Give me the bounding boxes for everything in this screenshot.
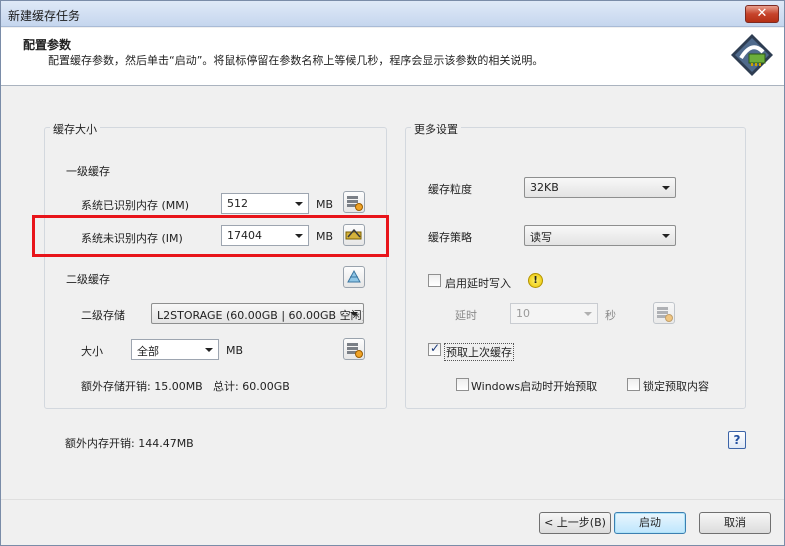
chevron-down-icon xyxy=(295,234,303,238)
granularity-label: 缓存粒度 xyxy=(428,183,472,196)
size-unit: MB xyxy=(226,344,244,357)
prefetch-last-checkbox[interactable] xyxy=(428,341,441,356)
storage-config-icon xyxy=(347,269,361,283)
strategy-label: 缓存策略 xyxy=(428,231,472,244)
extra-memory-overhead: 额外内存开销: 144.47MB xyxy=(65,437,194,450)
unrecognized-memory-config-button[interactable] xyxy=(343,224,365,246)
lock-prefetch-checkbox[interactable] xyxy=(627,378,640,391)
size-select[interactable]: 全部 xyxy=(131,339,219,360)
granularity-select[interactable]: 32KB xyxy=(524,177,676,198)
level1-cache-title: 一级缓存 xyxy=(66,165,110,178)
unrecognized-memory-value: 17404 xyxy=(227,229,262,242)
delay-unit: 秒 xyxy=(605,309,616,322)
chevron-down-icon xyxy=(350,312,358,316)
start-button[interactable]: 启动 xyxy=(614,512,686,534)
unrecognized-memory-label: 系统未识别内存 (IM) xyxy=(81,232,183,245)
help-icon[interactable]: ? xyxy=(728,431,746,449)
start-on-windows-checkbox[interactable] xyxy=(456,378,469,391)
dialog-window: 新建缓存任务 ✕ 配置参数 配置缓存参数，然后单击“启动”。将鼠标停留在参数名称… xyxy=(0,0,785,546)
app-logo-icon xyxy=(731,34,773,76)
recognized-memory-select[interactable]: 512 xyxy=(221,193,309,214)
prefetch-last-label[interactable]: 预取上次缓存 xyxy=(444,343,514,361)
window-title: 新建缓存任务 xyxy=(8,9,81,23)
unrecognized-memory-select[interactable]: 17404 xyxy=(221,225,309,246)
more-settings-group xyxy=(405,127,746,409)
recognized-memory-value: 512 xyxy=(227,197,248,210)
chevron-down-icon xyxy=(584,312,592,316)
lock-prefetch-label[interactable]: 锁定预取内容 xyxy=(643,378,709,394)
defer-write-label[interactable]: 启用延时写入 xyxy=(445,275,511,291)
unrecognized-memory-unit: MB xyxy=(316,230,334,243)
extra-storage-overhead: 额外存储开销: 15.00MB xyxy=(81,380,203,393)
delay-select[interactable]: 10 xyxy=(510,303,598,324)
chevron-down-icon xyxy=(205,348,213,352)
size-config-icon xyxy=(347,343,363,358)
page-title: 配置参数 xyxy=(23,38,72,52)
warning-icon: ! xyxy=(528,273,543,288)
size-value: 全部 xyxy=(137,345,159,358)
level2-storage-value: L2STORAGE (60.00GB | 60.00GB 空闲) xyxy=(157,309,364,322)
start-on-windows-label[interactable]: Windows启动时开始预取 xyxy=(471,378,597,394)
close-button[interactable]: ✕ xyxy=(745,5,779,23)
granularity-value: 32KB xyxy=(530,181,559,194)
header-panel: 配置参数 配置缓存参数，然后单击“启动”。将鼠标停留在参数名称上等候几秒，程序会… xyxy=(1,28,784,86)
delay-label: 延时 xyxy=(455,309,477,322)
total-size: 总计: 60.00GB xyxy=(213,380,290,393)
chevron-down-icon xyxy=(662,186,670,190)
cache-size-group-title: 缓存大小 xyxy=(50,121,100,137)
defer-write-checkbox[interactable] xyxy=(428,274,441,287)
memory-config-icon-active xyxy=(345,228,362,240)
memory-config-icon xyxy=(347,196,363,211)
chevron-down-icon xyxy=(295,202,303,206)
level2-storage-label: 二级存储 xyxy=(81,309,125,322)
recognized-memory-config-button[interactable] xyxy=(343,191,365,213)
size-config-button[interactable] xyxy=(343,338,365,360)
title-bar: 新建缓存任务 ✕ xyxy=(1,1,784,27)
level2-storage-select[interactable]: L2STORAGE (60.00GB | 60.00GB 空闲) xyxy=(151,303,364,324)
footer-divider xyxy=(1,499,784,500)
strategy-value: 读写 xyxy=(530,231,552,244)
delay-config-button[interactable] xyxy=(653,302,675,324)
size-label: 大小 xyxy=(81,345,103,358)
delay-value: 10 xyxy=(516,307,530,320)
delay-config-icon xyxy=(657,307,673,322)
back-button[interactable]: < 上一步(B) xyxy=(539,512,611,534)
level2-cache-title: 二级缓存 xyxy=(66,273,110,286)
page-description: 配置缓存参数，然后单击“启动”。将鼠标停留在参数名称上等候几秒，程序会显示该参数… xyxy=(48,54,544,67)
strategy-select[interactable]: 读写 xyxy=(524,225,676,246)
recognized-memory-unit: MB xyxy=(316,198,334,211)
more-settings-group-title: 更多设置 xyxy=(411,121,461,137)
chevron-down-icon xyxy=(662,234,670,238)
recognized-memory-label: 系统已识别内存 (MM) xyxy=(81,199,190,212)
cancel-button[interactable]: 取消 xyxy=(699,512,771,534)
level2-config-button[interactable] xyxy=(343,266,365,288)
